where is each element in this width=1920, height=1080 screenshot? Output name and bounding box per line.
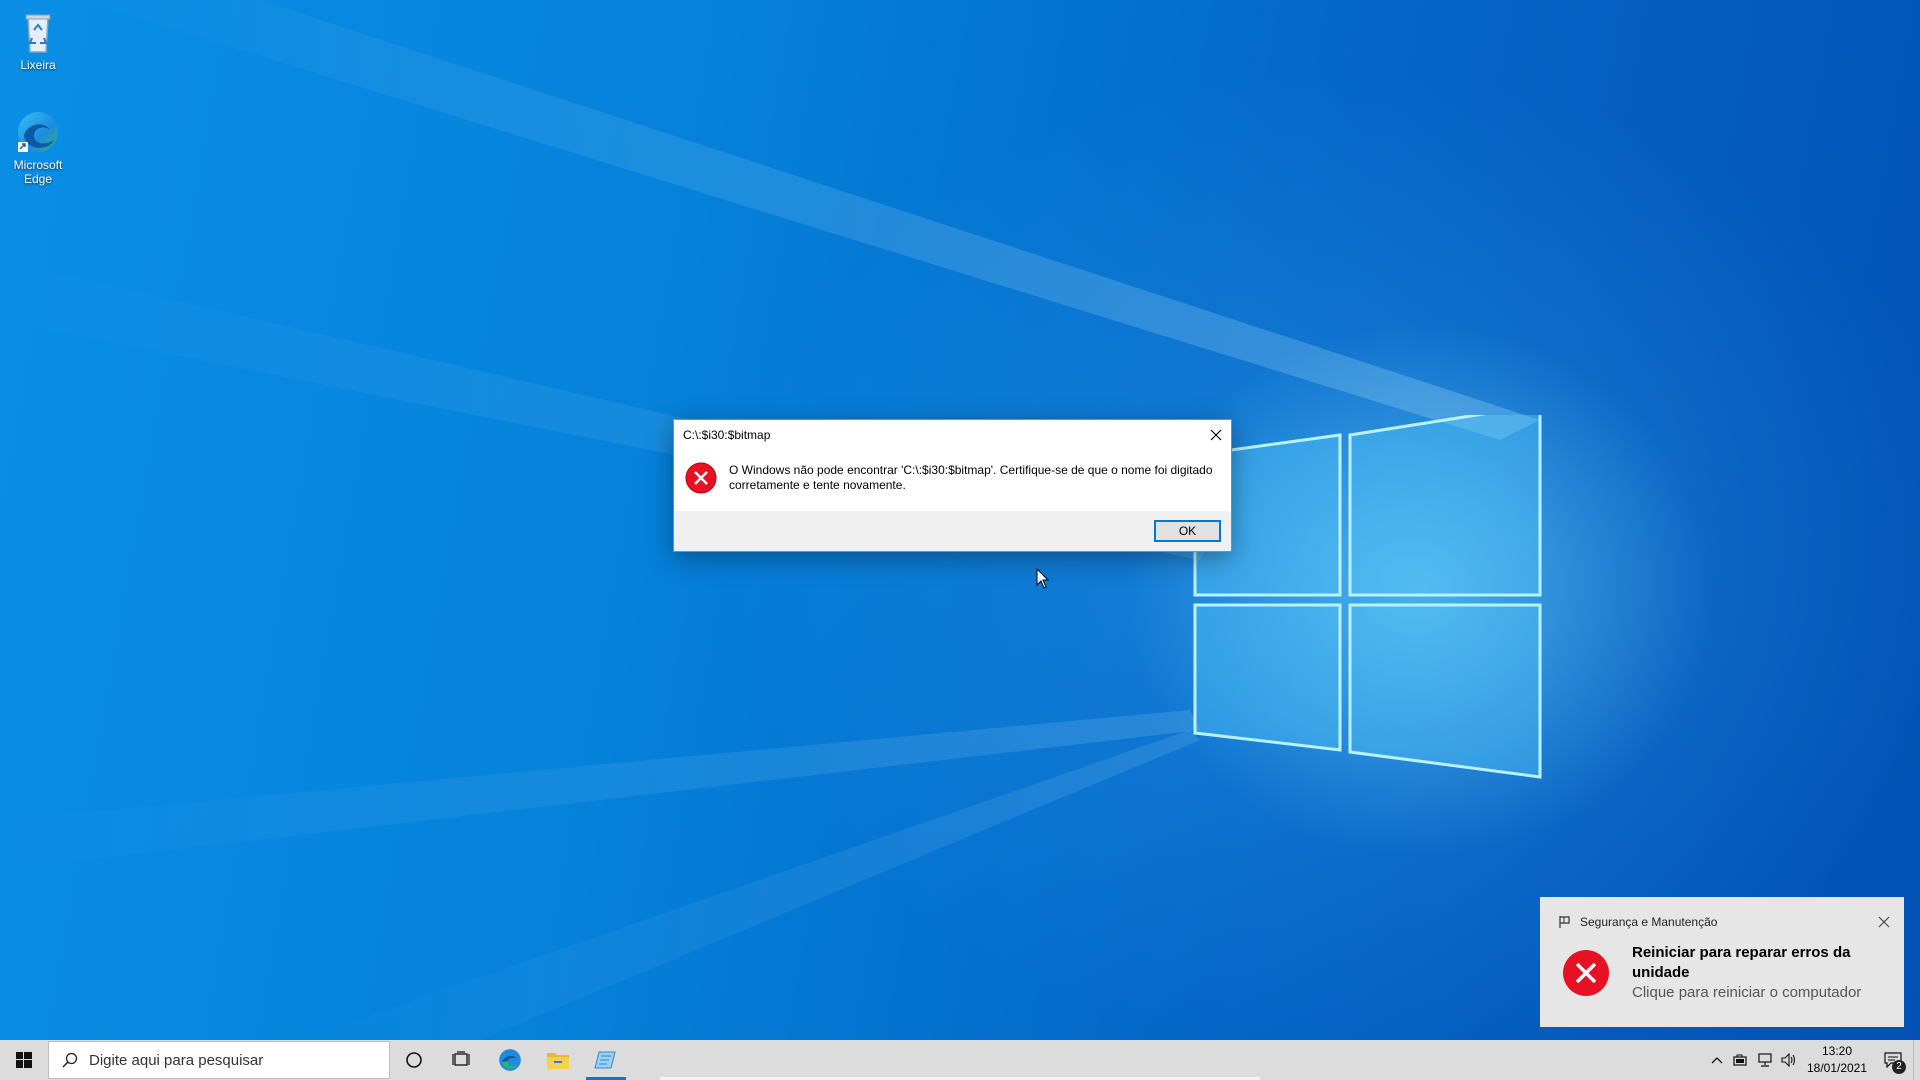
ok-button[interactable]: OK [1154, 520, 1221, 542]
battery-icon [1733, 1054, 1747, 1066]
notepad-icon [594, 1051, 616, 1069]
windows-start-icon [16, 1052, 32, 1068]
toast-close-icon[interactable] [1878, 916, 1890, 928]
flag-icon [1559, 916, 1570, 928]
error-icon [685, 462, 717, 494]
show-hidden-icons-button[interactable] [1705, 1040, 1729, 1080]
show-desktop-button[interactable] [1913, 1040, 1920, 1080]
dialog-close-button[interactable] [1201, 420, 1231, 450]
recycle-bin-icon [25, 14, 51, 53]
windows-logo-wallpaper [1193, 415, 1542, 779]
desktop-icon-edge[interactable]: Microsoft Edge [0, 108, 76, 186]
taskbar-edge-button[interactable] [486, 1040, 534, 1080]
file-explorer-icon [547, 1053, 569, 1069]
volume-icon [1781, 1053, 1796, 1067]
toast-header: Segurança e Manutenção [1540, 897, 1904, 937]
notification-count-badge: 2 [1892, 1060, 1906, 1074]
close-icon [1210, 429, 1222, 441]
taskbar-file-explorer-button[interactable] [534, 1040, 582, 1080]
desktop-icon-recycle-bin[interactable]: Lixeira [0, 8, 76, 72]
error-icon [1563, 950, 1609, 996]
dialog-footer: OK [674, 511, 1231, 551]
toast-title: Reiniciar para reparar erros da unidade [1632, 944, 1851, 981]
task-view-icon [452, 1051, 470, 1066]
tray-battery-button[interactable] [1729, 1040, 1753, 1080]
taskbar-notepad-button[interactable] [582, 1040, 630, 1080]
system-tray: 13:20 18/01/2021 2 [1705, 1040, 1920, 1080]
action-center-button[interactable]: 2 [1873, 1040, 1913, 1080]
task-view-button[interactable] [438, 1040, 486, 1080]
chevron-up-icon [1711, 1057, 1723, 1064]
network-icon [1758, 1053, 1772, 1067]
search-icon [62, 1052, 78, 1068]
edge-icon [18, 112, 58, 152]
search-placeholder: Digite aqui para pesquisar [89, 1051, 264, 1069]
mouse-cursor-icon [1036, 568, 1050, 589]
taskbar: Digite aqui para pesquisar 13:20 18/01/2… [0, 1040, 1920, 1080]
toast-subtitle: Clique para reiniciar o computador [1632, 984, 1862, 1001]
cortana-button[interactable] [390, 1040, 438, 1080]
toast-body: Reiniciar para reparar erros da unidade … [1540, 937, 1904, 1003]
edge-icon [499, 1049, 521, 1071]
desktop-icon-label: Lixeira [20, 58, 56, 72]
clock-time: 13:20 [1821, 1044, 1853, 1058]
dialog-titlebar[interactable]: C:\:$i30:$bitmap [674, 420, 1231, 450]
dialog-message: O Windows não pode encontrar 'C:\:$i30:$… [729, 463, 1213, 492]
taskbar-clock[interactable]: 13:20 18/01/2021 [1801, 1043, 1873, 1077]
tray-volume-button[interactable] [1777, 1040, 1801, 1080]
taskbar-search-box[interactable]: Digite aqui para pesquisar [48, 1041, 390, 1079]
cortana-icon [406, 1052, 422, 1068]
dialog-content: O Windows não pode encontrar 'C:\:$i30:$… [674, 450, 1231, 510]
desktop-icon-label: Microsoft Edge [13, 158, 63, 186]
toast-notification[interactable]: Segurança e Manutenção Reiniciar para re… [1540, 897, 1904, 1027]
toast-app-name: Segurança e Manutenção [1580, 915, 1718, 929]
clock-date: 18/01/2021 [1806, 1061, 1868, 1075]
error-dialog: C:\:$i30:$bitmap O Windows não pode enco… [673, 419, 1232, 552]
start-button[interactable] [0, 1040, 48, 1080]
tray-network-button[interactable] [1753, 1040, 1777, 1080]
dialog-title: C:\:$i30:$bitmap [683, 428, 771, 442]
